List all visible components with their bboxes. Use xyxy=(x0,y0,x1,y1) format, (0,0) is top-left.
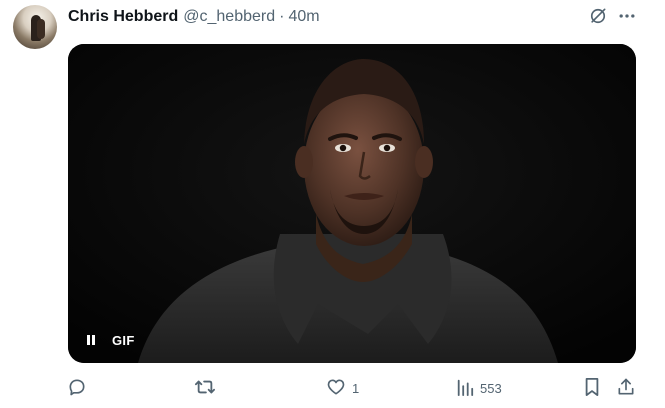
author-name[interactable]: Chris Hebberd xyxy=(68,8,178,26)
share-icon xyxy=(616,377,636,400)
more-icon[interactable] xyxy=(616,5,638,27)
author-handle[interactable]: @c_hebberd xyxy=(183,8,275,26)
gif-controls: GIF xyxy=(80,329,139,351)
share-button[interactable] xyxy=(616,375,636,401)
like-count: 1 xyxy=(352,380,360,396)
gif-frame xyxy=(68,44,636,363)
reply-button[interactable] xyxy=(67,375,93,401)
action-bar: 1 553 xyxy=(0,375,665,401)
avatar-figure-2 xyxy=(37,19,45,39)
views-icon xyxy=(456,377,474,400)
retweet-button[interactable] xyxy=(194,375,222,401)
timestamp[interactable]: 40m xyxy=(288,8,319,26)
bookmark-button[interactable] xyxy=(583,375,601,401)
like-button[interactable]: 1 xyxy=(326,375,359,401)
retweet-icon xyxy=(194,377,216,400)
bookmark-icon xyxy=(583,377,601,400)
reply-icon xyxy=(67,377,87,400)
views-count: 553 xyxy=(480,380,502,396)
separator-dot: · xyxy=(279,8,285,25)
like-icon xyxy=(326,377,346,400)
views-button[interactable]: 553 xyxy=(456,375,502,401)
gif-badge: GIF xyxy=(112,332,135,348)
gif-media[interactable]: GIF xyxy=(68,44,636,363)
avatar[interactable] xyxy=(13,5,57,49)
pause-icon[interactable] xyxy=(80,329,102,351)
grok-icon[interactable] xyxy=(587,5,609,27)
tweet[interactable]: Chris Hebberd @c_hebberd · 40m GIF 1 553 xyxy=(0,0,665,408)
tweet-header: Chris Hebberd @c_hebberd · 40m xyxy=(68,7,320,27)
